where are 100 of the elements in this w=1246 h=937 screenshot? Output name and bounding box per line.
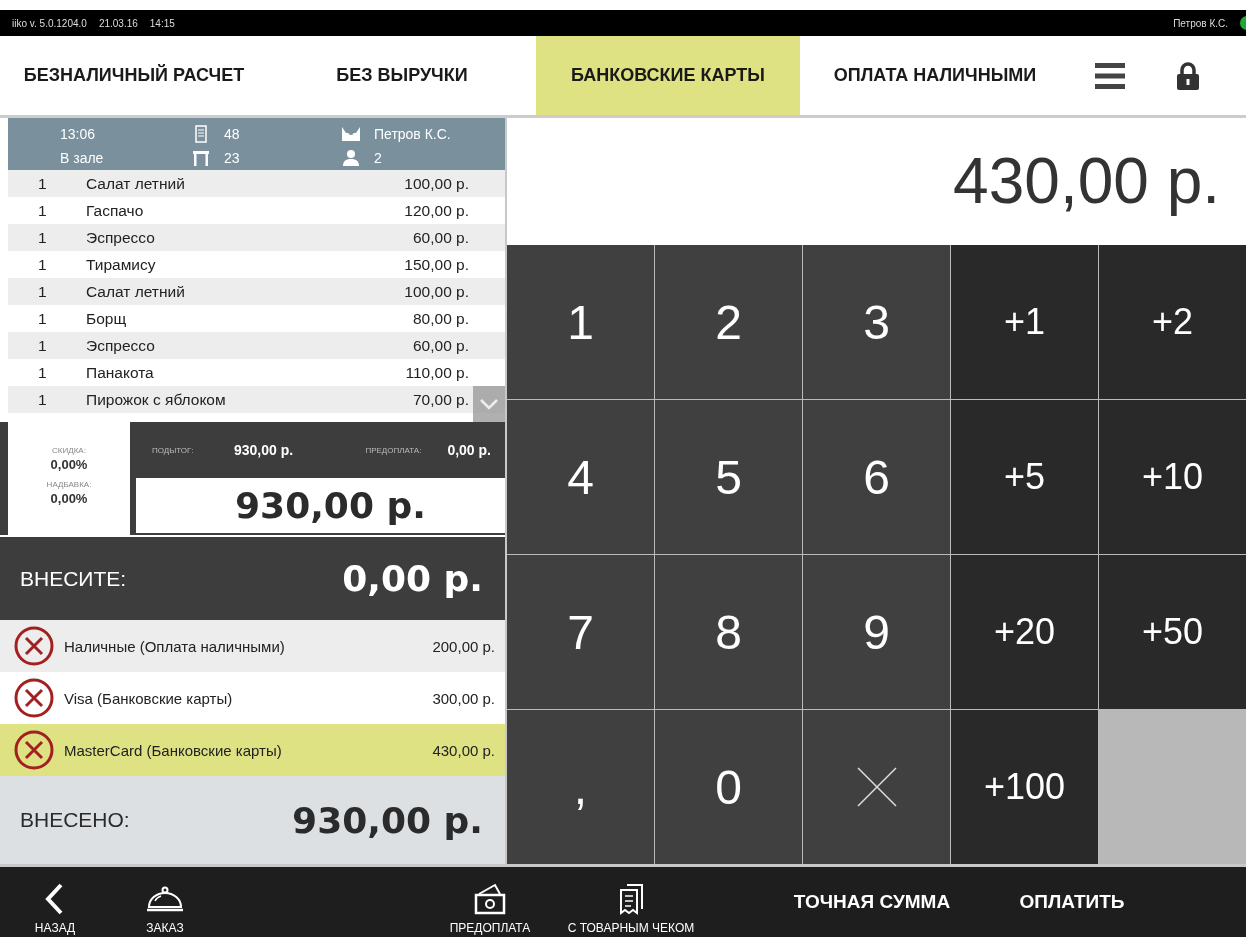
surcharge-label: НАДБАВКА: (46, 479, 92, 489)
toolbar-button[interactable]: НАЗАД (0, 867, 110, 937)
subtotal-label: ПОДЫТОГ: (152, 445, 195, 455)
item-quantity: 1 (37, 174, 48, 193)
increment-key[interactable]: +50 (1099, 555, 1246, 709)
discount-value: 0,00% (50, 456, 88, 472)
payment-amount: 430,00 р. (432, 741, 495, 759)
item-name: Эспрессо (86, 336, 156, 355)
item-name: Пирожок с яблоком (86, 390, 227, 409)
paid-label: ВНЕСЕНО: (20, 808, 130, 832)
order-total: 930,00 р. (136, 478, 505, 533)
subtotal-value: 930,00 р. (234, 442, 295, 458)
table-number: 23 (224, 150, 241, 166)
payment-row[interactable]: Наличные (Оплата наличными) 200,00 р. (0, 620, 505, 672)
item-quantity: 1 (37, 282, 48, 301)
digit-key[interactable]: , (507, 710, 654, 864)
increment-key[interactable]: +20 (951, 555, 1098, 709)
item-price: 100,00 р. (404, 282, 469, 301)
item-name: Салат летний (86, 174, 186, 193)
action-button[interactable]: ОПЛАТИТЬ (982, 867, 1162, 937)
order-number: 48 (224, 126, 241, 142)
paid-amount: 930,00 р. (292, 799, 483, 841)
due-label: ВНЕСИТЕ: (20, 566, 127, 591)
increment-key[interactable]: +100 (951, 710, 1098, 864)
item-name: Салат летний (86, 282, 186, 301)
action-button[interactable]: ТОЧНАЯ СУММА (762, 867, 982, 937)
increment-key[interactable]: +1 (951, 245, 1098, 399)
item-quantity: 1 (37, 255, 48, 274)
button-label: ПРЕДОПЛАТА (449, 921, 531, 935)
payment-amount: 300,00 р. (432, 689, 495, 707)
item-price: 100,00 р. (404, 174, 469, 193)
item-quantity: 1 (37, 390, 48, 409)
item-quantity: 1 (37, 363, 48, 382)
item-quantity: 1 (37, 336, 48, 355)
digit-key[interactable]: 8 (655, 555, 802, 709)
item-price: 60,00 р. (412, 336, 469, 355)
remove-icon[interactable] (14, 678, 54, 718)
order-time: 13:06 (60, 126, 97, 142)
prepayment-label: ПРЕДОПЛАТА: (365, 445, 423, 455)
button-label: ЗАКАЗ (146, 921, 184, 935)
item-price: 120,00 р. (404, 201, 469, 220)
toolbar-button[interactable]: С ТОВАРНЫМ ЧЕКОМ (550, 867, 712, 937)
menu-icon[interactable] (1095, 62, 1125, 89)
button-label: НАЗАД (34, 921, 76, 935)
item-price: 60,00 р. (412, 228, 469, 247)
remove-icon[interactable] (14, 730, 54, 770)
toolbar-button[interactable]: ЗАКАЗ (110, 867, 220, 937)
digit-key[interactable]: 2 (655, 245, 802, 399)
clear-icon[interactable] (856, 767, 897, 807)
increment-key[interactable]: +10 (1099, 400, 1246, 554)
payment-row[interactable]: MasterCard (Банковские карты) 430,00 р. (0, 724, 505, 776)
digit-key[interactable]: 3 (803, 245, 950, 399)
item-quantity: 1 (37, 201, 48, 220)
user-name: Петров К.С. (1173, 17, 1228, 29)
document-icon (192, 125, 210, 143)
guest-count: 2 (374, 150, 383, 166)
version-label: iiko v. 5.0.1204.0 (12, 17, 87, 29)
receipt-icon (618, 883, 644, 915)
payment-type-tab[interactable]: БАНКОВСКИЕ КАРТЫ (536, 36, 800, 115)
digit-key[interactable]: 0 (655, 710, 802, 864)
waiter-name: Петров К.С. (374, 126, 452, 142)
person-icon (342, 149, 360, 167)
item-name: Тирамису (86, 255, 157, 274)
toolbar-button[interactable]: ПРЕДОПЛАТА (430, 867, 550, 937)
item-name: Борщ (86, 309, 128, 328)
digit-key[interactable]: 5 (655, 400, 802, 554)
payment-name: Наличные (Оплата наличными) (64, 637, 286, 655)
surcharge-value: 0,00% (50, 490, 88, 506)
digit-key[interactable]: 1 (507, 245, 654, 399)
item-price: 110,00 р. (405, 363, 469, 382)
discount-label: СКИДКА: (52, 445, 86, 455)
increment-key[interactable]: +5 (951, 400, 1098, 554)
digit-key[interactable]: 7 (507, 555, 654, 709)
digit-key[interactable]: 9 (803, 555, 950, 709)
waiter-icon (342, 125, 360, 143)
item-price: 80,00 р. (412, 309, 469, 328)
payment-name: MasterCard (Банковские карты) (64, 741, 283, 759)
date-label: 21.03.16 (98, 17, 138, 29)
button-label: С ТОВАРНЫМ ЧЕКОМ (567, 921, 695, 935)
due-amount: 0,00 р. (342, 558, 483, 599)
payment-name: Visa (Банковские карты) (64, 689, 234, 707)
table-icon (192, 149, 210, 167)
digit-key[interactable]: 6 (803, 400, 950, 554)
item-name: Эспрессо (86, 228, 156, 247)
remove-icon[interactable] (14, 626, 54, 666)
item-name: Панакота (86, 363, 155, 382)
increment-key[interactable]: +2 (1099, 245, 1246, 399)
digit-key[interactable]: 4 (507, 400, 654, 554)
item-price: 150,00 р. (404, 255, 469, 274)
item-quantity: 1 (37, 309, 48, 328)
payment-amount: 200,00 р. (432, 637, 495, 655)
prepayment-value: 0,00 р. (447, 442, 491, 458)
item-price: 70,00 р. (412, 390, 469, 409)
lock-icon[interactable] (1177, 61, 1199, 90)
hall-label: В зале (60, 150, 105, 166)
item-name: Гаспачо (86, 201, 145, 220)
chevron-down-icon (479, 398, 499, 410)
cash-icon (473, 883, 507, 915)
time-label: 14:15 (149, 17, 175, 29)
item-quantity: 1 (37, 228, 48, 247)
